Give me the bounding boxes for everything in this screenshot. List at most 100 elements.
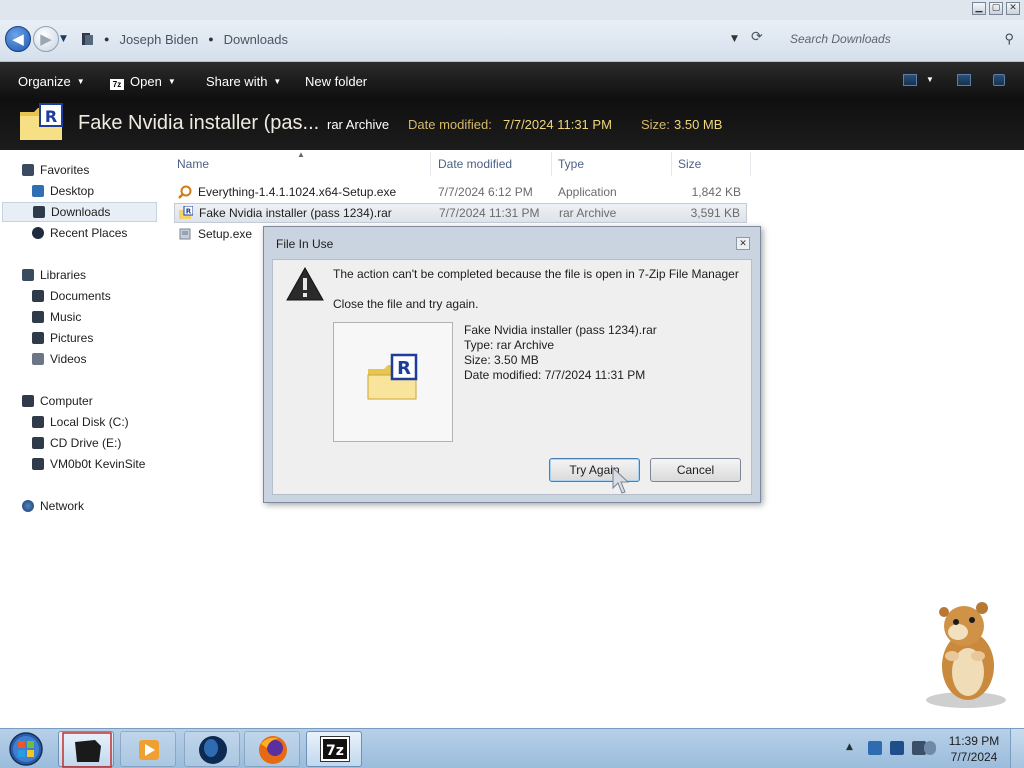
new-folder-button[interactable]: New folder [305,74,367,89]
help-icon[interactable] [993,74,1005,86]
network-status-icon[interactable] [890,741,904,755]
address-dropdown-icon[interactable]: ▼ [731,34,738,44]
start-button[interactable] [6,731,46,767]
window-title-strip: ▁ ▢ ✕ [0,0,1024,20]
column-divider[interactable] [750,152,751,176]
back-button[interactable]: ◀ [5,26,31,52]
view-options-icon[interactable] [903,74,917,86]
dialog-title: File In Use [276,237,334,251]
mouse-cursor-icon [612,467,630,494]
folder-stack-icon [82,33,93,45]
volume-icon[interactable] [924,741,936,755]
system-tray: ▲ [842,729,942,768]
dialog-close-button[interactable]: ✕ [736,237,750,250]
nav-videos-label: Videos [50,352,87,366]
search-app-icon [178,185,192,199]
search-input[interactable]: Search Downloads ⚲ [780,28,1020,50]
recent-places-icon [32,227,44,239]
show-desktop-button[interactable] [1010,729,1024,768]
column-header-name[interactable]: Name [177,157,209,171]
nav-favorites[interactable]: Favorites [0,160,160,180]
show-hidden-icons-icon[interactable]: ▲ [846,742,853,752]
clock-time: 11:39 PM [948,734,1000,748]
column-header-date-modified[interactable]: Date modified [438,157,512,171]
nav-videos[interactable]: Videos [0,349,160,369]
chevron-down-icon: ▼ [76,77,85,86]
nav-network[interactable]: Network [0,496,160,516]
cancel-button[interactable]: Cancel [650,458,741,482]
nav-network-share[interactable]: VM0b0t KevinSite [0,454,160,474]
tray-app-icon[interactable] [868,741,882,755]
breadcrumb-item-downloads[interactable]: Downloads [224,32,288,47]
minimize-button[interactable]: ▁ [972,2,986,15]
nav-pictures-label: Pictures [50,331,94,345]
preview-pane-icon[interactable] [957,74,971,86]
setup-exe-icon [179,228,191,240]
nav-computer[interactable]: Computer [0,391,160,411]
nav-documents-label: Documents [50,289,111,303]
taskbar-globe-button[interactable] [184,731,240,767]
nav-network-share-label: VM0b0t KevinSite [50,457,146,471]
search-icon[interactable]: ⚲ [1004,28,1014,50]
nav-desktop[interactable]: Desktop [0,181,160,201]
selected-file-type: rar Archive [327,117,390,132]
nav-documents[interactable]: Documents [0,286,160,306]
column-divider[interactable] [430,152,431,176]
nav-libraries-label: Libraries [40,268,87,282]
refresh-icon[interactable]: ⟳ [751,29,763,45]
breadcrumb[interactable]: ● Joseph Biden ● Downloads [80,28,288,50]
taskbar-explorer-button[interactable] [58,731,114,768]
system-clock[interactable]: 11:39 PM 7/7/2024 [938,733,1010,765]
nav-recent-places-label: Recent Places [50,226,128,240]
organize-button[interactable]: Organize ▼ [18,74,85,89]
file-row-selected[interactable]: R Fake Nvidia installer (pass 1234).rar … [174,203,747,223]
breadcrumb-separator-icon[interactable]: ● [104,34,109,44]
nav-cd-drive[interactable]: CD Drive (E:) [0,433,160,453]
history-dropdown-icon[interactable]: ▼ [60,34,67,44]
breadcrumb-separator-icon[interactable]: ● [208,34,213,44]
selected-file-name: Fake Nvidia installer (pas... [78,112,320,134]
file-type: rar Archive [559,206,617,220]
firefox-icon [259,736,287,764]
nav-music[interactable]: Music [0,307,160,327]
nav-libraries[interactable]: Libraries [0,265,160,285]
close-window-button[interactable]: ✕ [1006,2,1020,15]
maximize-button[interactable]: ▢ [989,2,1003,15]
globe-icon [199,736,227,764]
chevron-down-icon: ▼ [273,77,282,86]
file-row[interactable]: Everything-1.4.1.1024.x64-Setup.exe 7/7/… [174,182,747,202]
dialog-message: The action can't be completed because th… [333,267,739,281]
file-type: Application [558,185,617,199]
taskbar-media-player-button[interactable] [120,731,176,767]
new-folder-label: New folder [305,74,368,89]
forward-button[interactable]: ▶ [33,26,59,52]
column-divider[interactable] [551,152,552,176]
clock-date: 7/7/2024 [950,750,998,764]
nav-local-disk-label: Local Disk (C:) [50,415,129,429]
file-name: Setup.exe [198,227,253,241]
share-with-button[interactable]: Share with ▼ [206,74,281,89]
open-button[interactable]: 7z Open ▼ [110,74,176,90]
rar-archive-icon: R [367,353,418,400]
view-dropdown-icon[interactable]: ▼ [926,75,934,84]
column-header-size[interactable]: Size [678,157,701,171]
cd-drive-icon [32,437,44,449]
nav-pictures[interactable]: Pictures [0,328,160,348]
downloads-icon [33,206,45,218]
nav-downloads[interactable]: Downloads [2,202,157,222]
taskbar-7zip-button[interactable]: 7z [306,731,362,767]
column-header-type[interactable]: Type [558,157,584,171]
nav-local-disk[interactable]: Local Disk (C:) [0,412,160,432]
sort-ascending-icon: ▲ [297,150,305,159]
7zip-icon: 7z [110,79,124,90]
organize-label: Organize [18,74,71,89]
svg-text:R: R [186,208,192,216]
taskbar-firefox-button[interactable] [244,731,300,767]
nav-recent-places[interactable]: Recent Places [0,223,160,243]
breadcrumb-item-user[interactable]: Joseph Biden [119,32,198,47]
search-placeholder: Search Downloads [790,32,891,46]
7zip-icon: 7z [320,736,350,762]
explorer-icon [62,732,112,768]
column-divider[interactable] [671,152,672,176]
computer-icon [22,395,34,407]
